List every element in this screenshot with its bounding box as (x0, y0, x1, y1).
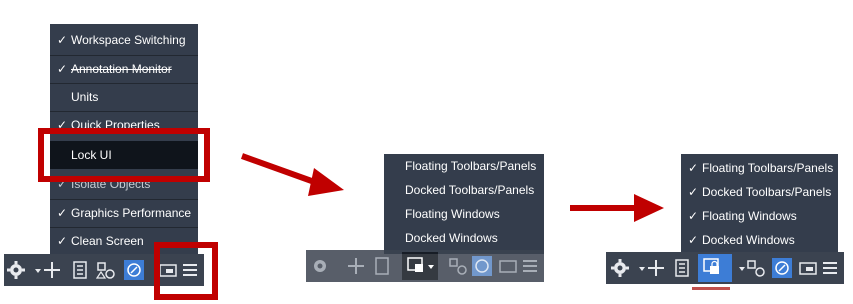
clean-screen-icon[interactable] (498, 256, 518, 276)
check-icon: ✓ (56, 33, 68, 47)
arrow-icon (570, 194, 664, 222)
menu-item-label: Docked Windows (405, 231, 498, 245)
lock-ui-underline (692, 287, 730, 290)
dropdown-icon[interactable] (632, 258, 645, 278)
shapes-icon[interactable] (96, 260, 116, 280)
menu-item-label: Units (71, 90, 99, 104)
menu-item-docked-toolbars[interactable]: Docked Toolbars/Panels (384, 178, 544, 202)
lock-ui-icon[interactable] (698, 254, 732, 282)
middle-lock-ui-menu: Floating Toolbars/Panels Docked Toolbars… (384, 154, 544, 254)
menu-item-docked-windows[interactable]: ✓ Docked Windows (681, 228, 838, 252)
check-icon: ✓ (687, 185, 699, 199)
menu-item-label: Clean Screen (71, 234, 144, 248)
dropdown-icon[interactable] (732, 258, 745, 278)
gear-icon[interactable] (610, 258, 630, 278)
shapes-icon[interactable] (746, 258, 766, 278)
right-status-bar (606, 252, 844, 284)
menu-item-docked-toolbars[interactable]: ✓ Docked Toolbars/Panels (681, 180, 838, 204)
menu-item-label: Floating Toolbars/Panels (702, 161, 834, 175)
menu-item-floating-toolbars[interactable]: ✓ Floating Toolbars/Panels (681, 156, 838, 180)
menu-item-label: Docked Toolbars/Panels (702, 185, 832, 199)
customization-icon[interactable] (520, 256, 540, 276)
menu-item-label: Workspace Switching (71, 33, 186, 47)
menu-item-label: Graphics Performance (71, 206, 192, 220)
menu-item-annotation-monitor[interactable]: ✓ Annotation Monitor (50, 55, 198, 83)
plus-icon[interactable] (346, 256, 366, 276)
lock-ui-icon[interactable] (402, 252, 438, 280)
menu-item-label: Floating Windows (405, 207, 500, 221)
graphics-performance-icon[interactable] (772, 258, 792, 278)
gear-icon[interactable] (6, 260, 26, 280)
middle-status-bar (306, 250, 544, 282)
menu-item-label: Docked Windows (702, 233, 795, 247)
menu-item-units[interactable]: Units (50, 83, 198, 111)
check-icon: ✓ (687, 209, 699, 223)
menu-item-docked-windows[interactable]: Docked Windows (384, 226, 544, 250)
check-icon: ✓ (687, 233, 699, 247)
menu-item-graphics-performance[interactable]: ✓ Graphics Performance (50, 199, 198, 227)
gear-icon[interactable] (310, 256, 330, 276)
check-icon: ✓ (687, 161, 699, 175)
graphics-performance-icon[interactable] (124, 260, 144, 280)
calculator-icon[interactable] (672, 258, 692, 278)
menu-item-workspace-switching[interactable]: ✓ Workspace Switching (50, 26, 198, 54)
menu-item-floating-windows[interactable]: ✓ Floating Windows (681, 204, 838, 228)
plus-icon[interactable] (42, 260, 62, 280)
menu-item-label: Annotation Monitor (71, 62, 172, 76)
menu-item-label: Floating Toolbars/Panels (405, 159, 537, 173)
shapes-icon[interactable] (448, 256, 468, 276)
menu-item-floating-windows[interactable]: Floating Windows (384, 202, 544, 226)
dropdown-icon[interactable] (28, 260, 41, 280)
graphics-performance-icon[interactable] (472, 256, 492, 276)
check-icon: ✓ (56, 234, 68, 248)
plus-icon[interactable] (646, 258, 666, 278)
calculator-icon[interactable] (372, 256, 392, 276)
menu-item-floating-toolbars[interactable]: Floating Toolbars/Panels (384, 154, 544, 178)
menu-item-label: Floating Windows (702, 209, 797, 223)
calculator-icon[interactable] (70, 260, 90, 280)
customization-icon[interactable] (820, 258, 840, 278)
highlight-lock-ui (38, 128, 210, 182)
check-icon: ✓ (56, 206, 68, 220)
menu-item-label: Docked Toolbars/Panels (405, 183, 535, 197)
clean-screen-icon[interactable] (798, 258, 818, 278)
highlight-customization-button (154, 242, 218, 300)
right-lock-ui-menu: ✓ Floating Toolbars/Panels ✓ Docked Tool… (681, 154, 838, 254)
check-icon: ✓ (56, 62, 68, 76)
arrow-icon (240, 153, 344, 196)
